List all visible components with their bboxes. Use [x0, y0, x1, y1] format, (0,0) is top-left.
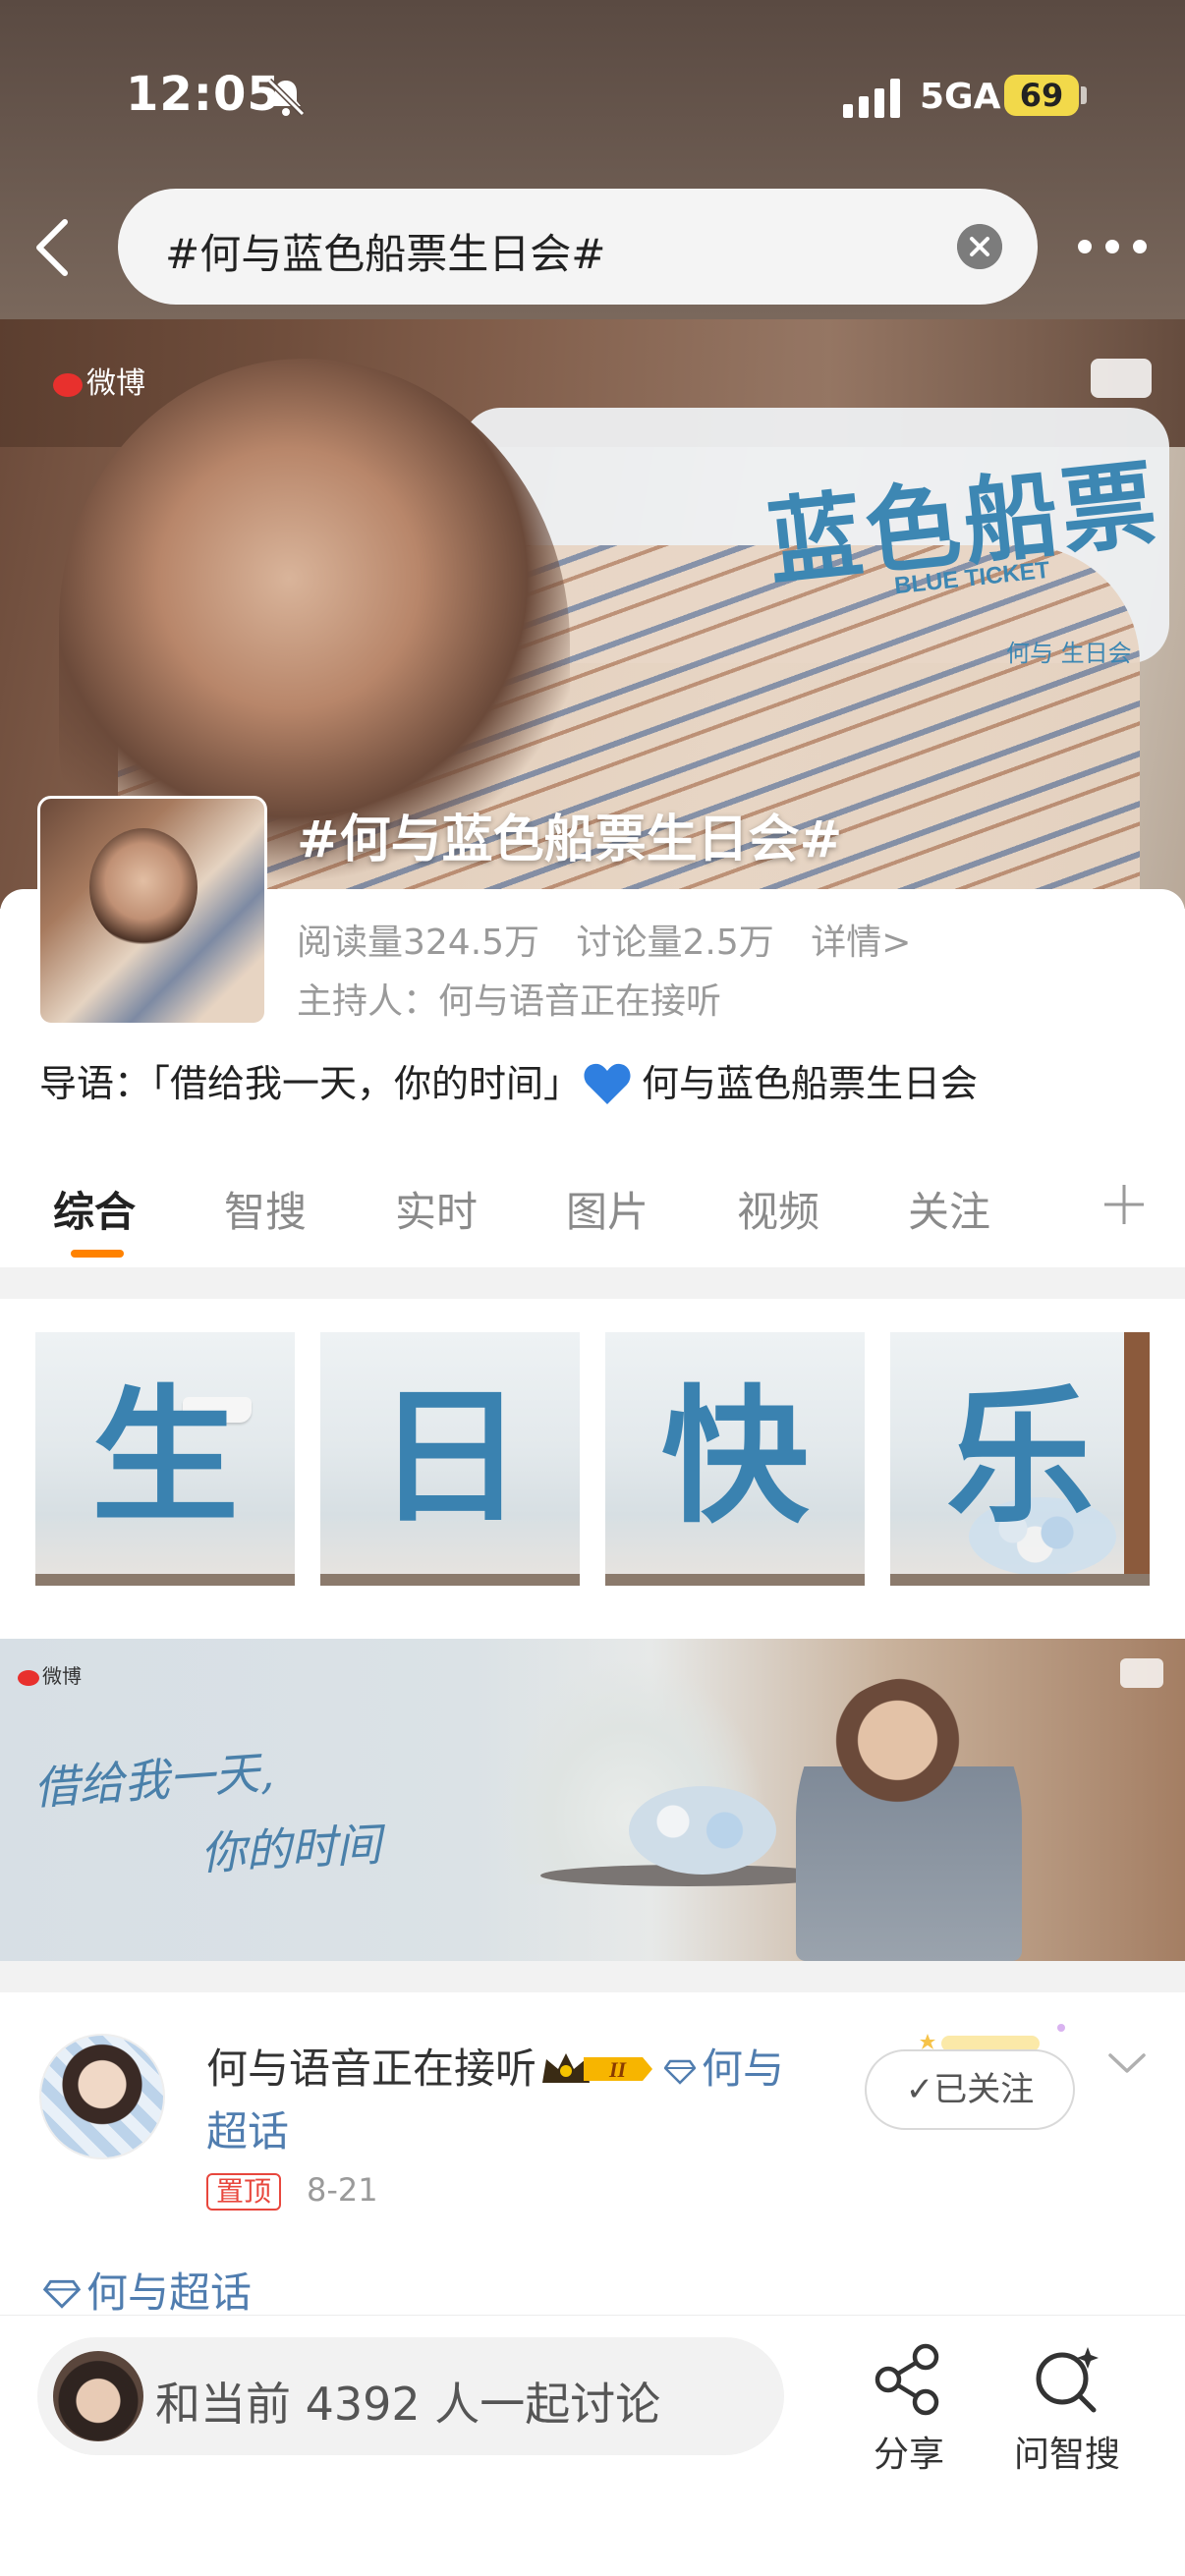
post-author-avatar[interactable]: [39, 2034, 165, 2159]
read-count: 阅读量324.5万: [297, 923, 540, 963]
supertopic-link[interactable]: 何与超话: [42, 2260, 253, 2320]
promo-handwriting-line2: 你的时间: [198, 1818, 383, 1880]
add-tab-icon[interactable]: [1102, 1183, 1146, 1226]
search-query-text: #何与蓝色船票生日会#: [165, 230, 606, 278]
post-date: 8-21: [307, 2171, 378, 2209]
tab-smart-search[interactable]: 智搜: [224, 1179, 307, 1239]
promo-handwriting-line1: 借给我一天,: [31, 1745, 276, 1816]
birthday-tile[interactable]: 生: [35, 1332, 295, 1586]
supertopic-diamond-icon: [42, 2279, 82, 2309]
banner-badge: [1091, 359, 1152, 398]
share-icon: [875, 2343, 939, 2416]
weibo-logo: 微博: [53, 359, 145, 402]
discussion-count: 讨论量2.5万: [576, 923, 774, 963]
pinned-badge: 置顶: [206, 2173, 282, 2211]
tab-following[interactable]: 关注: [908, 1179, 990, 1239]
section-divider: [0, 1961, 1185, 1992]
tab-videos[interactable]: 视频: [737, 1179, 819, 1239]
tab-realtime[interactable]: 实时: [395, 1179, 478, 1239]
active-tab-indicator: [71, 1250, 124, 1258]
section-divider: [0, 1267, 1185, 1299]
supertopic-diamond-icon: [664, 2059, 697, 2085]
network-label: 5GA: [920, 77, 1001, 117]
tile-character: 快: [660, 1371, 809, 1543]
tab-images[interactable]: 图片: [566, 1179, 649, 1239]
bell-muted-icon: [266, 78, 306, 117]
share-label: 分享: [873, 2435, 944, 2475]
tile-character: 乐: [945, 1371, 1094, 1543]
battery-tip: [1081, 86, 1087, 104]
post-author-line: 何与语音正在接听 II 何与超话: [206, 2038, 796, 2163]
promo-banner[interactable]: 微博 借给我一天, 你的时间: [0, 1639, 1185, 1961]
current-user-avatar: [53, 2351, 143, 2441]
discuss-prompt: 和当前 4392 人一起讨论: [155, 2378, 661, 2431]
promo-person: [796, 1678, 1022, 1961]
battery-indicator: 69: [1004, 75, 1079, 116]
check-icon: ✓: [905, 2070, 934, 2109]
tile-character: 生: [90, 1371, 239, 1543]
intro-text-end: 何与蓝色船票生日会: [642, 1062, 979, 1105]
status-bar: 12:05 5GA 69: [0, 0, 1185, 187]
promo-badge: [1120, 1658, 1163, 1688]
bottom-bar: 和当前 4392 人一起讨论 分享 问智搜: [0, 2315, 1185, 2576]
crown-rank-badge: II: [542, 2053, 653, 2083]
topic-stats: 阅读量324.5万 讨论量2.5万 详情>: [297, 914, 936, 965]
intro-text-start: 导语：「借给我一天，你的时间」: [39, 1062, 582, 1105]
share-button[interactable]: 分享: [855, 2341, 963, 2477]
supertopic-link-label: 何与超话: [86, 2268, 253, 2317]
back-button[interactable]: [28, 214, 79, 281]
header-area: 12:05 5GA 69 #何与蓝色船票生日会#: [0, 0, 1185, 319]
blue-heart-icon: [584, 1063, 631, 1104]
birthday-tile[interactable]: 乐: [890, 1332, 1150, 1586]
author-name[interactable]: 何与语音正在接听: [206, 2044, 536, 2093]
topic-avatar: [37, 796, 267, 1026]
details-link[interactable]: 详情>: [811, 923, 911, 963]
follow-button[interactable]: ✓已关注: [865, 2049, 1075, 2130]
rank-badge-text: II: [608, 2057, 628, 2082]
topic-intro: 导语：「借给我一天，你的时间」 何与蓝色船票生日会: [39, 1053, 978, 1107]
tab-comprehensive[interactable]: 综合: [53, 1179, 136, 1239]
search-input[interactable]: #何与蓝色船票生日会#: [118, 189, 1038, 305]
topic-title: #何与蓝色船票生日会#: [297, 811, 843, 869]
birthday-tile[interactable]: 快: [605, 1332, 865, 1586]
ai-search-button[interactable]: 问智搜: [998, 2341, 1136, 2477]
topic-host[interactable]: 主持人：何与语音正在接听: [297, 973, 721, 1024]
promo-weibo-logo: 微博: [18, 1660, 82, 1689]
banner-host-line: 何与 生日会: [1006, 640, 1132, 667]
signal-icon: [843, 79, 900, 118]
chevron-down-icon[interactable]: [1104, 2049, 1150, 2079]
more-options-icon[interactable]: [1073, 232, 1152, 261]
ai-search-icon: [1036, 2347, 1099, 2413]
ai-search-label: 问智搜: [1013, 2435, 1120, 2475]
tab-bar: 综合 智搜 实时 图片 视频 关注: [0, 1159, 1185, 1267]
follow-label: 已关注: [933, 2070, 1035, 2109]
tile-character: 日: [375, 1371, 524, 1543]
discuss-input[interactable]: 和当前 4392 人一起讨论: [37, 2337, 784, 2455]
clear-search-button[interactable]: [957, 224, 1002, 269]
birthday-tile[interactable]: 日: [320, 1332, 580, 1586]
status-time: 12:05: [126, 67, 281, 122]
promo-flowers: [629, 1786, 776, 1875]
